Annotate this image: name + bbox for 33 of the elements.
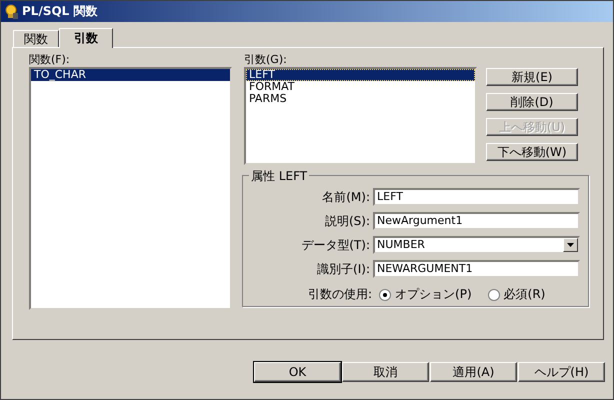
list-item[interactable]: FORMAT xyxy=(246,81,475,93)
field-label: 引数の使用: xyxy=(308,286,372,303)
text-field[interactable]: NEWARGUMENT1 xyxy=(373,260,580,278)
field-label: 識別子(I): xyxy=(317,260,370,278)
argument-list[interactable]: LEFT FORMAT PARMS xyxy=(244,67,477,165)
radio-label[interactable]: オプション(P) xyxy=(395,286,472,303)
list-item[interactable]: PARMS xyxy=(246,93,475,105)
dropdown-field[interactable]: NUMBER xyxy=(373,236,580,254)
lightbulb-icon xyxy=(5,4,19,20)
dialog-button[interactable]: OK xyxy=(254,362,341,382)
tab[interactable]: 関数 xyxy=(13,30,59,47)
list-item[interactable]: TO_CHAR xyxy=(31,69,230,81)
tab[interactable]: 引数 xyxy=(59,28,113,48)
argument-button[interactable]: 削除(D) xyxy=(486,93,578,111)
argument-button[interactable]: 下へ移動(W) xyxy=(486,143,578,161)
dialog-button[interactable]: ヘルプ(H) xyxy=(518,362,605,382)
group-title: 属性 LEFT xyxy=(249,168,310,185)
radio-button[interactable] xyxy=(488,288,500,300)
text-field[interactable]: NewArgument1 xyxy=(373,212,580,230)
radio-label[interactable]: 必須(R) xyxy=(504,286,546,303)
dialog-button[interactable]: 取消 xyxy=(342,362,429,382)
function-list[interactable]: TO_CHAR xyxy=(29,67,232,310)
list-label: 引数(G): xyxy=(244,52,288,67)
argument-button[interactable]: 新規(E) xyxy=(486,68,578,86)
dialog-button[interactable]: 適用(A) xyxy=(430,362,517,382)
text-field[interactable]: LEFT xyxy=(373,188,580,206)
field-label: 名前(M): xyxy=(322,188,370,206)
list-label: 関数(F): xyxy=(29,52,71,67)
field-label: 説明(S): xyxy=(324,212,370,230)
radio-button[interactable] xyxy=(379,288,392,300)
list-item[interactable]: LEFT xyxy=(246,69,475,81)
field-label: データ型(T): xyxy=(301,236,370,254)
window-title: PL/SQL 関数 xyxy=(22,3,98,20)
